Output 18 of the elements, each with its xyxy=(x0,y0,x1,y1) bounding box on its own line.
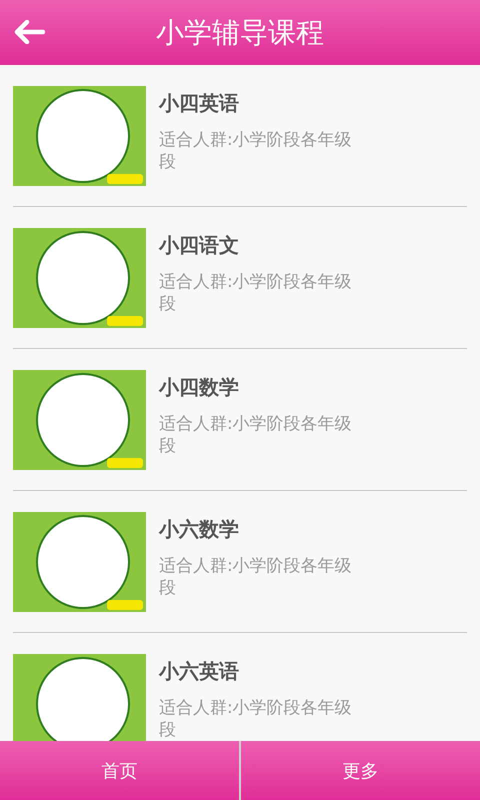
course-title: 小四数学 xyxy=(159,374,240,401)
course-audience: 适合人群:小学阶段各年级段 xyxy=(159,697,353,741)
course-audience: 适合人群:小学阶段各年级段 xyxy=(159,413,353,457)
course-item[interactable]: 小四数学 适合人群:小学阶段各年级段 xyxy=(13,349,467,491)
course-item[interactable]: 小四语文 适合人群:小学阶段各年级段 xyxy=(13,207,467,349)
back-arrow-icon[interactable] xyxy=(13,20,45,44)
course-title: 小四语文 xyxy=(159,232,240,259)
nav-button[interactable]: 首页 xyxy=(0,741,239,800)
course-item[interactable]: 小六数学 适合人群:小学阶段各年级段 xyxy=(13,491,467,633)
course-audience: 适合人群:小学阶段各年级段 xyxy=(159,271,353,315)
page-title: 小学辅导课程 xyxy=(156,14,324,50)
course-audience: 适合人群:小学阶段各年级段 xyxy=(159,555,353,599)
course-title: 小四英语 xyxy=(159,90,240,117)
course-title: 小六数学 xyxy=(159,516,240,543)
course-item[interactable]: 小四英语 适合人群:小学阶段各年级段 xyxy=(13,65,467,207)
course-title: 小六英语 xyxy=(159,658,240,685)
course-audience: 适合人群:小学阶段各年级段 xyxy=(159,129,353,173)
nav-button[interactable]: 更多 xyxy=(241,741,480,800)
